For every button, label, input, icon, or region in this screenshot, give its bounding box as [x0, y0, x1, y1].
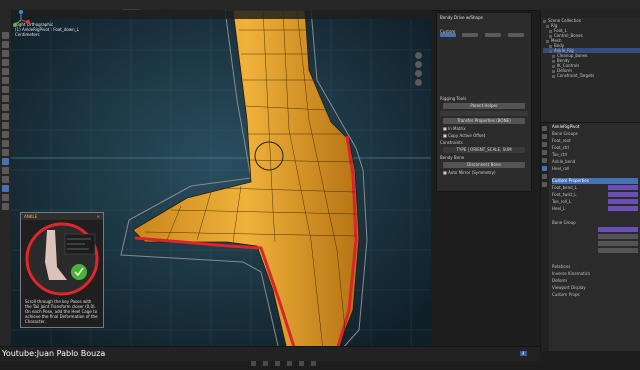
- pan-hand-icon[interactable]: [415, 61, 422, 68]
- extrude-tool-icon[interactable]: [2, 104, 9, 111]
- value-field-row[interactable]: [552, 241, 638, 247]
- value-field-row[interactable]: [552, 234, 638, 240]
- ankle-tutorial-card: ANKLE ✕ Scroll through the key Poses wit…: [20, 212, 104, 328]
- scene-properties-icon[interactable]: [542, 150, 547, 155]
- viewport-nav-buttons: [413, 50, 424, 88]
- grid-icon[interactable]: [415, 79, 422, 86]
- parent-helper-button[interactable]: Parent Helper: [443, 103, 525, 109]
- playback-controls: [250, 351, 317, 370]
- render-properties-icon[interactable]: [542, 134, 547, 139]
- jump-end-icon[interactable]: [311, 361, 317, 366]
- value-row[interactable]: Foot_twist_L: [552, 192, 638, 198]
- prev-key-icon[interactable]: [263, 361, 269, 366]
- prop-row[interactable]: Foot_root: [552, 138, 638, 144]
- constraint-type-field[interactable]: TYPE | ORIENT_SCALE, SUM: [443, 147, 525, 153]
- custom-list: [440, 36, 528, 94]
- disconnect-bone-button[interactable]: Disconnect Bone: [443, 162, 525, 168]
- measure-tool-icon[interactable]: [2, 95, 9, 102]
- prop-section[interactable]: Viewport Display: [552, 285, 638, 291]
- prop-row[interactable]: Toe_ctrl: [552, 152, 638, 158]
- transform-tool-icon[interactable]: [2, 77, 9, 84]
- value-row[interactable]: Toe_roll_L: [552, 199, 638, 205]
- edge-slide-tool-icon[interactable]: [2, 176, 9, 183]
- prop-row[interactable]: Ankle_bend: [552, 159, 638, 165]
- play-reverse-icon[interactable]: [275, 361, 281, 366]
- prop-section[interactable]: Bone Group: [552, 220, 638, 226]
- outliner-header: [541, 10, 640, 18]
- rip-tool-icon[interactable]: [2, 203, 9, 210]
- annotate-tool-icon[interactable]: [2, 86, 9, 93]
- close-icon[interactable]: ✕: [97, 214, 100, 219]
- youtube-watermark: Youtube:Juan Pablo Bouza: [2, 349, 106, 358]
- play-icon[interactable]: [287, 361, 293, 366]
- prop-section[interactable]: Deform: [552, 278, 638, 284]
- operator-panel: Bendy Drive w/Shape Custom Rigging Tools…: [436, 12, 532, 192]
- knife-tool-icon[interactable]: [2, 140, 9, 147]
- constraint-properties-icon[interactable]: [542, 174, 547, 179]
- prop-row[interactable]: Foot_ctrl: [552, 145, 638, 151]
- zoom-icon[interactable]: [415, 52, 422, 59]
- loopcut-tool-icon[interactable]: [2, 131, 9, 138]
- value-field-row[interactable]: [552, 227, 638, 233]
- properties-tab-strip: [541, 123, 549, 351]
- current-frame[interactable]: 4: [520, 351, 527, 356]
- smooth-tool-icon[interactable]: [2, 167, 9, 174]
- panel-tab-3[interactable]: [485, 33, 502, 37]
- panel-tab-4[interactable]: [508, 33, 525, 37]
- cursor-tool-icon[interactable]: [2, 41, 9, 48]
- move-tool-icon[interactable]: [2, 50, 9, 57]
- tool-properties-icon[interactable]: [542, 126, 547, 131]
- prop-section[interactable]: Custom Props: [552, 292, 638, 298]
- value-field-row[interactable]: [552, 248, 638, 254]
- spin-tool-icon[interactable]: [2, 158, 9, 165]
- properties-panel: AnkleRigPivot Bone Groups Foot_root Foot…: [540, 122, 640, 351]
- spacer-row: [440, 111, 528, 116]
- transfer-properties-button[interactable]: Transfer Properties (BONE): [443, 118, 525, 124]
- data-properties-icon[interactable]: [542, 182, 547, 187]
- ankle-pose-illustration: [25, 222, 99, 296]
- units: Centimeters: [15, 32, 40, 37]
- jump-start-icon[interactable]: [251, 361, 256, 366]
- checkbox-auto-mirror[interactable]: ■ Auto Mirror (Symmetry): [443, 170, 525, 175]
- prop-section[interactable]: Inverse Kinematics: [552, 271, 638, 277]
- section-rigging-tools[interactable]: Rigging Tools: [440, 96, 528, 101]
- prop-row[interactable]: Heel_roll: [552, 166, 638, 172]
- operator-panel-title: Bendy Drive w/Shape: [440, 15, 483, 20]
- prop-section[interactable]: Bone Groups: [552, 131, 638, 137]
- card-title: ANKLE: [24, 214, 38, 219]
- bone-properties-icon[interactable]: [542, 166, 547, 171]
- properties-header: AnkleRigPivot: [552, 124, 580, 129]
- axis-gizmo-icon[interactable]: [11, 10, 31, 30]
- scale-tool-icon[interactable]: [2, 68, 9, 75]
- value-row[interactable]: Foot_bend_L: [552, 185, 638, 191]
- shrink-tool-icon[interactable]: [2, 185, 9, 192]
- select-tool-icon[interactable]: [2, 32, 9, 39]
- shear-tool-icon[interactable]: [2, 194, 9, 201]
- object-properties-icon[interactable]: [542, 158, 547, 163]
- value-row[interactable]: Heel_L: [552, 206, 638, 212]
- bevel-tool-icon[interactable]: [2, 122, 9, 129]
- camera-icon[interactable]: [415, 70, 422, 77]
- next-key-icon[interactable]: [299, 361, 305, 366]
- panel-tab-2[interactable]: [462, 33, 479, 37]
- card-header: ANKLE ✕: [21, 213, 103, 220]
- section-constraints[interactable]: Constraints: [440, 140, 528, 145]
- inset-tool-icon[interactable]: [2, 113, 9, 120]
- outliner-panel: Scene Collection Rig Foot_L Control_Bone…: [540, 10, 640, 122]
- outliner-item[interactable]: Constraint_Targets: [543, 73, 640, 78]
- prop-section[interactable]: Relations: [552, 264, 638, 270]
- rotate-tool-icon[interactable]: [2, 59, 9, 66]
- section-bendy-bone[interactable]: Bendy Bone: [440, 155, 528, 160]
- output-properties-icon[interactable]: [542, 142, 547, 147]
- viewport-header: [11, 10, 431, 19]
- card-description: Scroll through the key Poses with the Ta…: [25, 299, 98, 324]
- checkbox-copy-offset[interactable]: ■ Copy Active Offset: [443, 133, 525, 138]
- polybuild-tool-icon[interactable]: [2, 149, 9, 156]
- checkbox-in-matrix[interactable]: ■ In Matrix: [443, 126, 525, 131]
- prop-section-active[interactable]: Custom Properties: [552, 178, 638, 184]
